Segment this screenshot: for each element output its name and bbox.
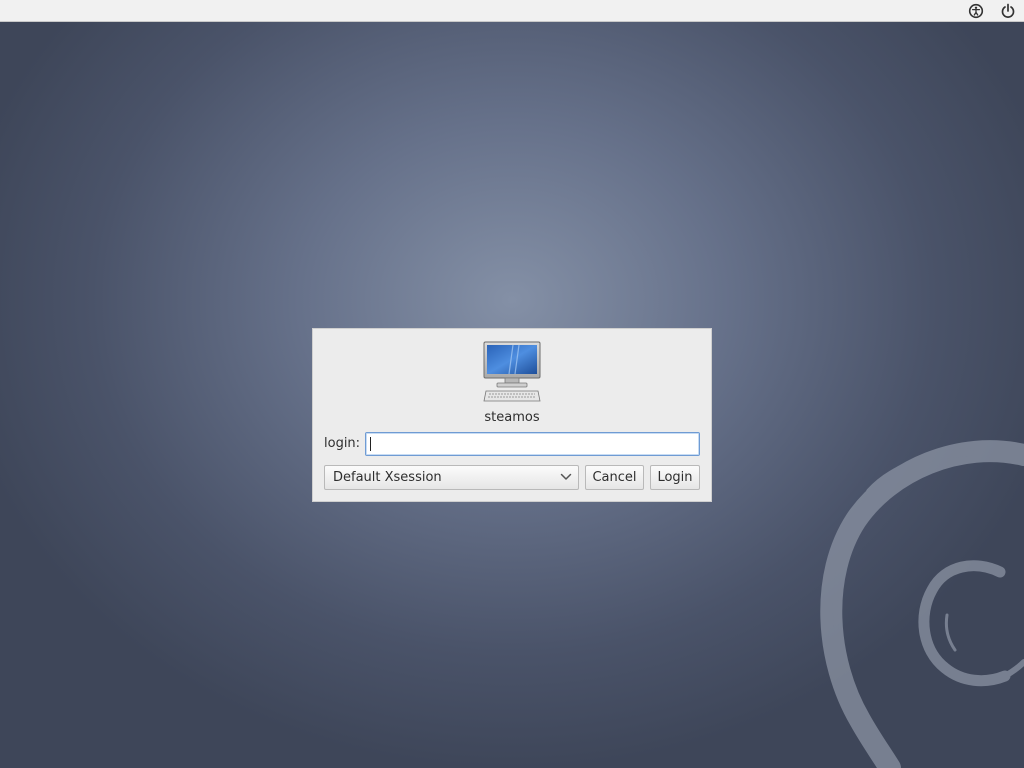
computer-icon: [483, 341, 541, 402]
text-caret: [370, 437, 371, 451]
accessibility-icon[interactable]: [968, 3, 984, 19]
login-input[interactable]: [365, 432, 700, 456]
top-panel: [0, 0, 1024, 22]
login-dialog: steamos login: Default Xsession Cancel L…: [312, 328, 712, 502]
chevron-down-icon: [560, 473, 572, 480]
power-icon[interactable]: [1000, 3, 1016, 19]
cancel-button[interactable]: Cancel: [585, 465, 644, 490]
desktop: steamos login: Default Xsession Cancel L…: [0, 0, 1024, 768]
session-select-value: Default Xsession: [333, 470, 442, 485]
hostname-label: steamos: [484, 410, 540, 425]
login-label: login:: [324, 436, 361, 451]
login-button[interactable]: Login: [650, 465, 700, 490]
session-select[interactable]: Default Xsession: [324, 465, 579, 490]
